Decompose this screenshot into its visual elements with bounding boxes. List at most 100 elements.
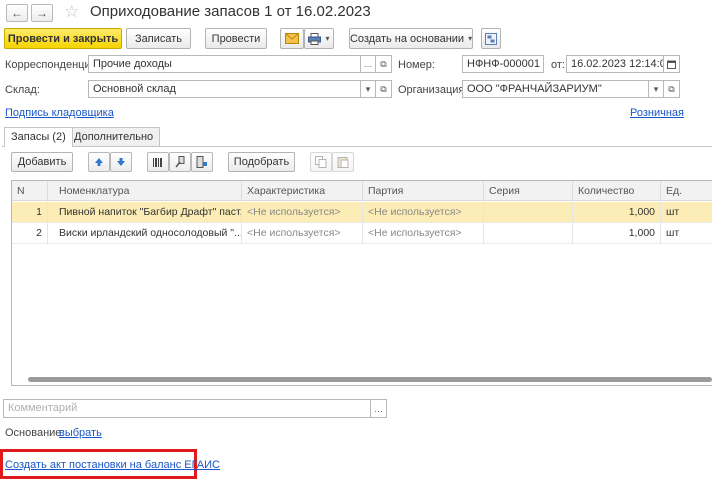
terminal-icon — [196, 156, 207, 168]
post-and-close-label: Провести и закрыть — [7, 32, 119, 45]
storekeeper-signature-link[interactable]: Подпись кладовщика — [5, 107, 114, 119]
paste-icon — [337, 157, 349, 168]
cell-characteristic[interactable]: <Не используется> — [242, 202, 363, 223]
correspondence-open-button[interactable]: ⧉ — [376, 55, 392, 73]
add-button[interactable]: Добавить — [11, 152, 73, 172]
arrow-right-icon: → — [36, 6, 48, 20]
basis-label: Основание: — [5, 427, 65, 439]
cell-series[interactable] — [484, 223, 573, 244]
post-and-close-button[interactable]: Провести и закрыть — [4, 28, 122, 49]
copy-icon — [315, 156, 327, 168]
add-label: Добавить — [17, 156, 67, 168]
cell-batch[interactable]: <Не используется> — [363, 202, 484, 223]
open-link-icon: ⧉ — [380, 58, 387, 69]
organization-label: Организация: — [398, 84, 468, 96]
table-row[interactable]: 2 Виски ирландский односолодовый "... <Н… — [12, 223, 712, 244]
warehouse-field[interactable]: Основной склад — [88, 80, 361, 98]
number-label: Номер: — [398, 59, 435, 71]
mail-button[interactable] — [280, 28, 304, 49]
column-header-n[interactable]: N — [12, 181, 48, 201]
correspondence-dropdown-button[interactable]: … — [361, 55, 376, 73]
column-header-series[interactable]: Серия — [484, 181, 573, 201]
organization-field[interactable]: ООО "ФРАНЧАЙЗАРИУМ" — [462, 80, 649, 98]
favorite-star-icon[interactable]: ☆ — [64, 2, 79, 22]
warehouse-open-button[interactable]: ⧉ — [376, 80, 392, 98]
cell-quantity[interactable]: 1,000 — [573, 223, 661, 244]
column-header-characteristic[interactable]: Характеристика — [242, 181, 363, 201]
open-link-icon: ⧉ — [668, 83, 675, 94]
egais-act-link[interactable]: Создать акт постановки на баланс ЕГАИС — [5, 459, 220, 471]
open-link-icon: ⧉ — [380, 83, 387, 94]
correspondence-field[interactable]: Прочие доходы — [88, 55, 361, 73]
organization-dropdown-button[interactable]: ▾ — [649, 80, 664, 98]
dots-icon: … — [374, 403, 383, 414]
chevron-down-icon: ▾ — [365, 83, 371, 94]
cell-characteristic[interactable]: <Не используется> — [242, 223, 363, 244]
save-label: Записать — [134, 32, 182, 45]
pick-button[interactable]: Подобрать — [228, 152, 295, 172]
scanner-icon — [175, 156, 185, 168]
chevron-down-icon: ▾ — [653, 83, 659, 94]
table-row[interactable]: 1 Пивной напиток "Багбир Драфт" паст... … — [12, 202, 712, 223]
cell-unit[interactable]: шт — [661, 223, 712, 244]
cell-unit[interactable]: шт — [661, 202, 712, 223]
calendar-button[interactable] — [664, 55, 680, 73]
pick-label: Подобрать — [233, 156, 290, 168]
tab-stock[interactable]: Запасы (2) — [4, 127, 73, 147]
barcode-icon — [153, 157, 162, 167]
print-menu-button[interactable]: ▾ — [304, 28, 334, 49]
date-field[interactable]: 16.02.2023 12:14:07 — [566, 55, 664, 73]
paste-button[interactable] — [332, 152, 354, 172]
back-button[interactable]: ← — [6, 4, 28, 22]
save-button[interactable]: Записать — [126, 28, 191, 49]
calendar-icon — [667, 60, 676, 69]
dots-icon: … — [363, 59, 373, 69]
chevron-down-icon: ▾ — [325, 34, 330, 43]
arrow-up-icon — [95, 158, 103, 166]
arrow-left-icon: ← — [11, 6, 23, 20]
cell-batch[interactable]: <Не используется> — [363, 223, 484, 244]
cell-n: 2 — [12, 223, 48, 244]
chevron-down-icon: ▾ — [468, 34, 473, 43]
comment-expand-button[interactable]: … — [371, 399, 387, 418]
table-header: N Номенклатура Характеристика Партия Сер… — [12, 181, 712, 201]
page-title: Оприходование запасов 1 от 16.02.2023 — [90, 3, 371, 20]
stock-table[interactable]: N Номенклатура Характеристика Партия Сер… — [11, 180, 712, 386]
barcode-button[interactable] — [147, 152, 169, 172]
cell-nomenclature[interactable]: Пивной напиток "Багбир Драфт" паст... — [48, 202, 242, 223]
organization-open-button[interactable]: ⧉ — [664, 80, 680, 98]
post-button[interactable]: Провести — [205, 28, 267, 49]
structure-button[interactable] — [481, 28, 501, 49]
cell-quantity[interactable]: 1,000 — [573, 202, 661, 223]
basis-select-link[interactable]: выбрать — [59, 427, 102, 439]
post-label: Провести — [211, 32, 261, 45]
create-based-on-button[interactable]: Создать на основании ▾ — [349, 28, 473, 49]
column-header-quantity[interactable]: Количество — [573, 181, 661, 201]
scanner-button[interactable] — [169, 152, 191, 172]
number-field[interactable]: НФНФ-000001 — [462, 55, 544, 73]
column-header-nomenclature[interactable]: Номенклатура — [48, 181, 242, 201]
envelope-icon — [285, 33, 299, 44]
cell-series[interactable] — [484, 202, 573, 223]
forward-button[interactable]: → — [31, 4, 53, 22]
warehouse-dropdown-button[interactable]: ▾ — [361, 80, 376, 98]
create-based-on-label: Создать на основании — [349, 32, 465, 45]
comment-field[interactable]: Комментарий — [3, 399, 371, 418]
cell-n: 1 — [12, 202, 48, 223]
horizontal-scrollbar[interactable] — [28, 377, 712, 382]
cell-nomenclature[interactable]: Виски ирландский односолодовый "... — [48, 223, 242, 244]
hierarchy-icon — [485, 32, 497, 45]
date-from-label: от: — [551, 59, 565, 71]
copy-button[interactable] — [310, 152, 332, 172]
correspondence-label: Корреспонденция: — [5, 59, 100, 71]
data-collection-button[interactable] — [191, 152, 213, 172]
retail-link[interactable]: Розничная — [630, 107, 684, 119]
column-header-batch[interactable]: Партия — [363, 181, 484, 201]
column-header-unit[interactable]: Ед. — [661, 181, 712, 201]
tab-additional[interactable]: Дополнительно — [67, 127, 161, 146]
arrow-down-icon — [117, 158, 125, 166]
move-down-button[interactable] — [110, 152, 132, 172]
move-up-button[interactable] — [88, 152, 110, 172]
printer-icon — [308, 32, 322, 45]
warehouse-label: Склад: — [5, 84, 40, 96]
